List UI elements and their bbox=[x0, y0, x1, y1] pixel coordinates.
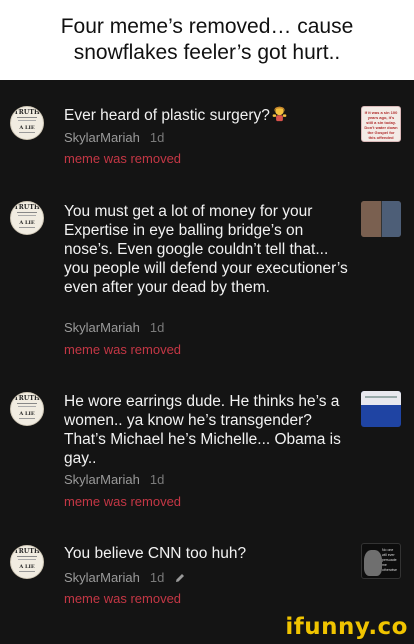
comment-meta: SkylarMariah 1d bbox=[64, 320, 164, 336]
avatar-text-top: TRUTH bbox=[14, 395, 40, 402]
removed-status: meme was removed bbox=[64, 151, 182, 166]
comment-meta: SkylarMariah 1d bbox=[64, 472, 164, 488]
meme-thumbnail[interactable]: No one will ever persuade me otherwise bbox=[361, 543, 401, 579]
comment-meta: SkylarMariah 1d bbox=[64, 570, 186, 586]
watermark-logo: ifunny.co bbox=[285, 614, 408, 640]
comment-age: 1d bbox=[149, 130, 165, 145]
avatar[interactable]: TRUTH A LIE bbox=[10, 545, 44, 579]
comment-meta: SkylarMariah 1d bbox=[64, 130, 164, 146]
removed-status: meme was removed bbox=[64, 591, 182, 606]
avatar-text-top: TRUTH bbox=[14, 109, 40, 116]
avatar[interactable]: TRUTH A LIE bbox=[10, 106, 44, 140]
meme-thumbnail[interactable] bbox=[361, 201, 401, 237]
avatar-text-top: TRUTH bbox=[14, 548, 40, 555]
pencil-icon[interactable] bbox=[174, 572, 186, 584]
comment-age: 1d bbox=[149, 320, 165, 335]
thumbnail-caption: No one will ever persuade me otherwise bbox=[382, 548, 397, 572]
caption-line-1: Four meme’s removed… cause bbox=[60, 15, 354, 38]
meme-thumbnail[interactable] bbox=[361, 391, 401, 427]
woman-gesturing-emoji-icon bbox=[272, 106, 287, 122]
author-name[interactable]: SkylarMariah bbox=[64, 320, 140, 336]
avatar-text-bottom: A LIE bbox=[19, 125, 35, 131]
avatar-text-bottom: A LIE bbox=[19, 220, 35, 226]
comment-text: You believe CNN too huh? bbox=[64, 545, 247, 562]
comment-age: 1d bbox=[149, 472, 165, 487]
comments-feed: TRUTH A LIE Ever heard of plastic surger… bbox=[0, 80, 414, 644]
author-name[interactable]: SkylarMariah bbox=[64, 570, 140, 586]
avatar[interactable]: TRUTH A LIE bbox=[10, 201, 44, 235]
comment-text: He wore earrings dude. He thinks he’s a … bbox=[64, 393, 341, 467]
avatar-text-top: TRUTH bbox=[14, 204, 40, 211]
thumbnail-caption: If it was a sin 100 years ago, it's stil… bbox=[364, 110, 398, 140]
comment-text: Ever heard of plastic surgery? bbox=[64, 105, 348, 125]
avatar-text-bottom: A LIE bbox=[19, 564, 35, 570]
author-name[interactable]: SkylarMariah bbox=[64, 472, 140, 488]
avatar[interactable]: TRUTH A LIE bbox=[10, 392, 44, 426]
caption-line-2: snowflakes feeler’s got hurt.. bbox=[73, 41, 341, 64]
meme-thumbnail[interactable]: If it was a sin 100 years ago, it's stil… bbox=[361, 106, 401, 142]
author-name[interactable]: SkylarMariah bbox=[64, 130, 140, 146]
comment-age: 1d bbox=[149, 570, 165, 585]
removed-status: meme was removed bbox=[64, 342, 182, 357]
comment-text: You must get a lot of money for your Exp… bbox=[64, 203, 348, 296]
avatar-text-bottom: A LIE bbox=[19, 411, 35, 417]
caption-header: Four meme’s removed… cause snowflakes fe… bbox=[0, 0, 414, 80]
removed-status: meme was removed bbox=[64, 494, 182, 509]
